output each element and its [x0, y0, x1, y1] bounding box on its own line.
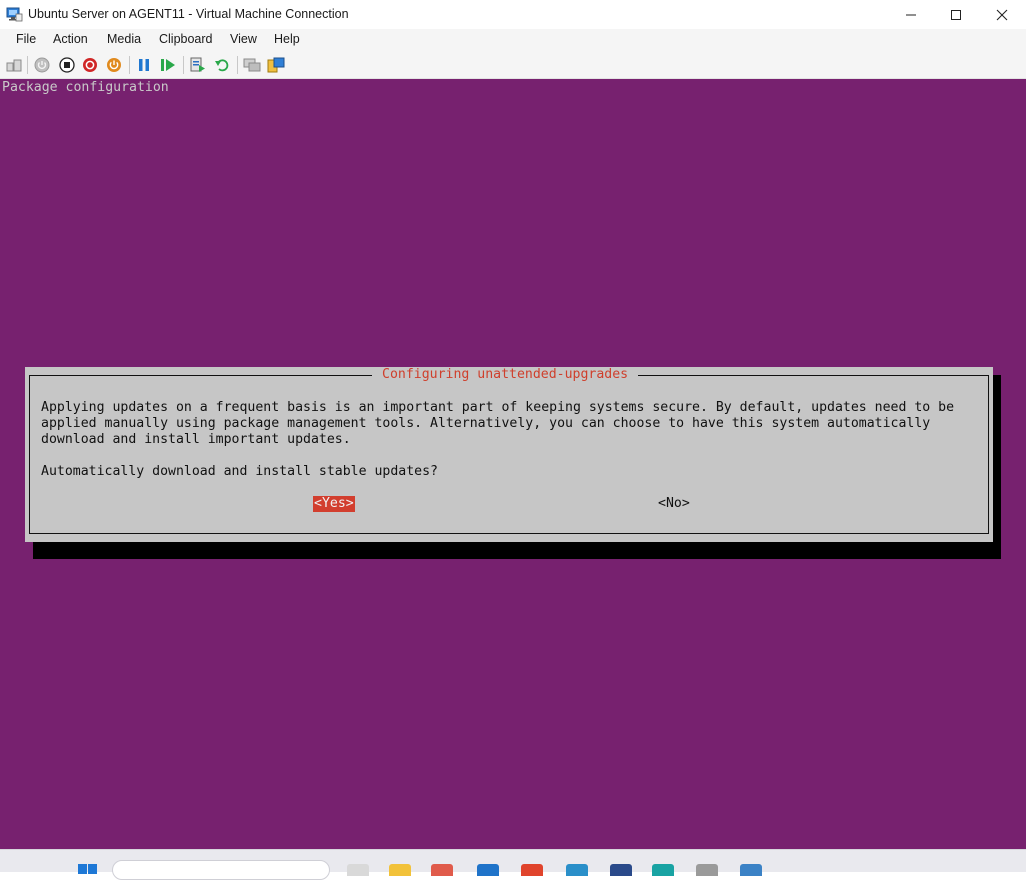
shut-down-button[interactable]: [81, 56, 99, 74]
toolbar: [0, 51, 1026, 79]
taskbar-app-icon[interactable]: [521, 864, 543, 876]
dialog-title: Configuring unattended-upgrades: [372, 367, 639, 383]
revert-button[interactable]: [213, 56, 231, 74]
save-icon: [107, 58, 121, 72]
ctrl-alt-del-icon: [6, 59, 22, 72]
share-button[interactable]: [267, 56, 285, 74]
menu-action[interactable]: Action: [53, 32, 88, 46]
shut-down-icon: [83, 58, 97, 72]
menu-clipboard[interactable]: Clipboard: [159, 32, 213, 46]
pause-button[interactable]: [135, 56, 153, 74]
taskbar-search-box[interactable]: [112, 860, 330, 880]
dialog-frame: [29, 375, 989, 534]
dialog-question: Automatically download and install stabl…: [41, 464, 438, 479]
start-button[interactable]: [33, 56, 51, 74]
menu-media[interactable]: Media: [107, 32, 141, 46]
share-icon: [267, 57, 285, 73]
menu-view[interactable]: View: [230, 32, 257, 46]
minimize-button[interactable]: [888, 0, 934, 29]
enhanced-session-button[interactable]: [243, 56, 261, 74]
taskbar-app-icon[interactable]: [347, 864, 369, 876]
yes-button[interactable]: <Yes>: [313, 496, 355, 512]
ctrl-alt-del-button[interactable]: [5, 56, 23, 74]
windows-start-icon[interactable]: [77, 862, 99, 874]
no-button[interactable]: <No>: [658, 496, 690, 512]
terminal-icon[interactable]: [610, 864, 632, 876]
unattended-upgrades-dialog: Configuring unattended-upgrades Applying…: [25, 367, 993, 542]
turn-off-button[interactable]: [58, 56, 76, 74]
pause-icon: [139, 59, 149, 71]
taskbar-app-icon[interactable]: [431, 864, 453, 876]
vm-console[interactable]: Package configuration Configuring unatte…: [0, 79, 1026, 849]
minimize-icon: [906, 14, 916, 15]
start-icon: [34, 57, 50, 73]
window-title: Ubuntu Server on AGENT11 - Virtual Machi…: [28, 7, 349, 21]
taskbar-app-icon[interactable]: [652, 864, 674, 876]
settings-icon[interactable]: [696, 864, 718, 876]
save-button[interactable]: [105, 56, 123, 74]
checkpoint-button[interactable]: [189, 56, 207, 74]
menu-bar: File Action Media Clipboard View Help: [0, 29, 1026, 51]
file-explorer-icon[interactable]: [389, 864, 411, 876]
menu-file[interactable]: File: [16, 32, 36, 46]
hyper-v-icon[interactable]: [740, 864, 762, 876]
package-configuration-header: Package configuration: [2, 80, 169, 95]
resume-button[interactable]: [159, 56, 177, 74]
maximize-button[interactable]: [933, 0, 979, 29]
close-button[interactable]: [979, 0, 1025, 29]
resume-icon: [161, 59, 175, 71]
maximize-icon: [951, 9, 961, 20]
turn-off-icon: [59, 57, 75, 73]
dialog-shadow-bottom: [33, 542, 1001, 559]
title-bar: Ubuntu Server on AGENT11 - Virtual Machi…: [0, 0, 1026, 29]
menu-help[interactable]: Help: [274, 32, 300, 46]
dialog-shadow: [993, 375, 1001, 559]
taskbar-app-icon[interactable]: [566, 864, 588, 876]
revert-icon: [215, 59, 229, 72]
checkpoint-icon: [190, 57, 205, 72]
dialog-description: Applying updates on a frequent basis is …: [41, 400, 955, 447]
enhanced-session-icon: [243, 58, 261, 72]
vm-connection-icon: [6, 7, 23, 22]
taskbar: [0, 849, 1026, 880]
close-icon: [996, 9, 1008, 20]
edge-browser-icon[interactable]: [477, 864, 499, 876]
